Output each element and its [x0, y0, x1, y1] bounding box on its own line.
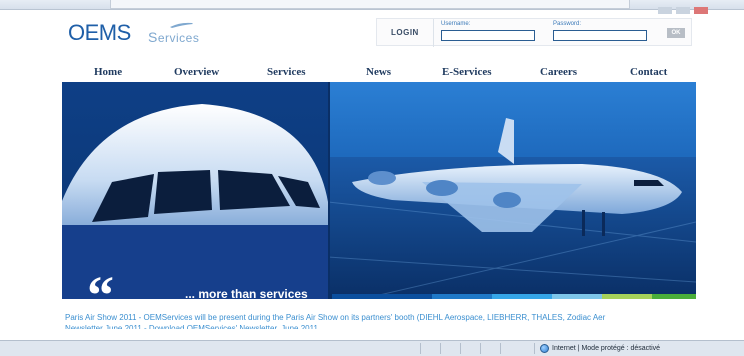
status-divider — [534, 343, 535, 354]
color-strip — [332, 294, 696, 299]
oems-logo[interactable]: OEMS Services — [68, 20, 200, 48]
strip-segment — [432, 294, 492, 299]
globe-icon — [540, 344, 549, 353]
username-input[interactable] — [441, 30, 535, 41]
status-divider — [480, 343, 481, 354]
password-label: Password: — [553, 21, 582, 27]
username-label: Username: — [441, 21, 471, 27]
nav-contact[interactable]: Contact — [630, 66, 667, 78]
hero-banner — [62, 82, 696, 299]
browser-status-bar: Internet | Mode protégé : désactivé — [0, 340, 744, 356]
nav-services[interactable]: Services — [267, 66, 305, 78]
strip-segment — [652, 294, 696, 299]
minimize-button[interactable] — [658, 7, 672, 14]
status-divider — [500, 343, 501, 354]
window-controls — [654, 1, 714, 14]
status-divider — [440, 343, 441, 354]
news-ticker-line-2[interactable]: Newsletter June 2011 - Download OEMServi… — [65, 325, 365, 329]
strip-segment — [492, 294, 552, 299]
strip-segment — [332, 294, 432, 299]
browser-tab[interactable] — [110, 0, 630, 9]
password-input[interactable] — [553, 30, 647, 41]
logo-brand: OEMS — [68, 20, 131, 45]
nav-home[interactable]: Home — [94, 66, 122, 78]
plane-logo-icon — [170, 22, 193, 28]
strip-segment — [552, 294, 602, 299]
browser-chrome-top — [0, 0, 744, 14]
ok-button[interactable]: OK — [667, 28, 685, 38]
maximize-button[interactable] — [676, 7, 690, 14]
login-panel: LOGIN Username: Password: OK — [376, 18, 692, 47]
hero-tagline: ... more than services — [185, 287, 308, 301]
logo-suffix: Services — [148, 29, 200, 45]
main-nav: Home Overview Services News E-Services C… — [62, 66, 696, 80]
nav-e-services[interactable]: E-Services — [442, 66, 491, 78]
hero-illustration — [62, 82, 696, 299]
nav-news[interactable]: News — [366, 66, 391, 78]
news-ticker-line-1[interactable]: Paris Air Show 2011 - OEMServices will b… — [65, 313, 695, 324]
status-divider — [460, 343, 461, 354]
nav-careers[interactable]: Careers — [540, 66, 577, 78]
divider — [433, 19, 434, 47]
strip-segment — [602, 294, 652, 299]
nav-overview[interactable]: Overview — [174, 66, 219, 78]
status-divider — [420, 343, 421, 354]
zone-status-text[interactable]: Internet | Mode protégé : désactivé — [552, 345, 660, 352]
login-label: LOGIN — [391, 28, 419, 37]
close-button[interactable] — [694, 7, 708, 14]
